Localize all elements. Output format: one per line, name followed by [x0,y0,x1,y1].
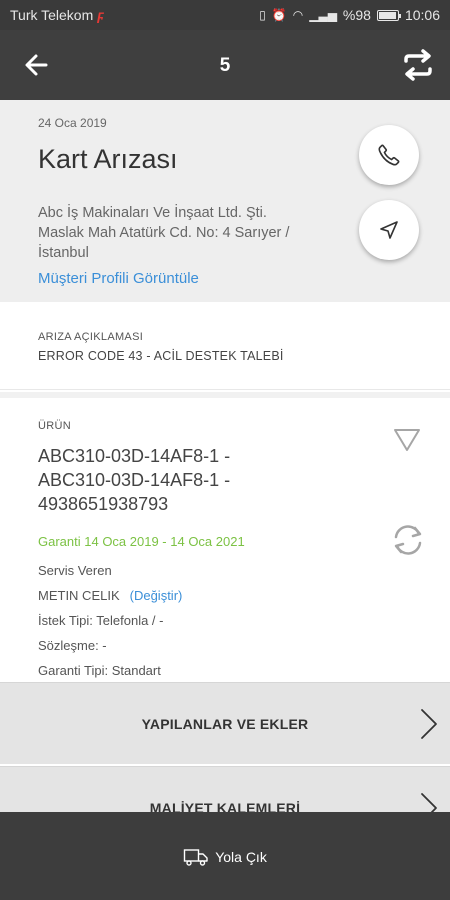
status-icons: ▯ ⏰ ◠ ▁▃▅ %98 10:06 [259,7,440,23]
alarm-icon: ⏰ [271,8,287,22]
clock: 10:06 [404,7,440,23]
company-line-3: İstanbul [38,245,89,261]
page-title: 5 [219,55,231,76]
works-and-attachments-label: YAPILANLAR VE EKLER [141,716,309,732]
company-line-1: Abc İş Makinaları Ve İnşaat Ltd. Şti. [38,205,267,221]
product-label: ÜRÜN [38,420,71,432]
product-code: ABC310-03D-14AF8-1 - ABC310-03D-14AF8-1 … [38,444,338,516]
vibrate-icon: ▯ [259,8,266,22]
app-bar: 5 [0,30,450,100]
job-title: Kart Arızası [38,144,178,174]
customer-profile-link[interactable]: Müşteri Profili Görüntüle [38,270,199,287]
wifi-icon: ◠ [292,8,304,22]
start-trip-button[interactable]: Yola Çık [0,847,450,867]
technician-row: METIN CELIK (Değiştir) [38,588,182,603]
technician-name: METIN CELIK [38,588,120,603]
carrier-logo-icon: ϝ [97,7,104,23]
battery-icon [376,9,401,21]
refresh-icon[interactable] [388,520,428,560]
contract: Sözleşme: - [38,638,107,653]
swap-icon[interactable] [400,47,436,83]
navigate-button[interactable] [359,200,419,260]
fault-label: ARIZA AÇIKLAMASI [38,331,144,343]
warranty-dates: Garanti 14 Oca 2019 - 14 Oca 2021 [38,534,245,549]
product-code-line-1: ABC310-03D-14AF8-1 - [38,446,231,466]
fault-description-section: ARIZA AÇIKLAMASI ERROR CODE 43 - ACİL DE… [0,302,450,390]
battery-percent: %98 [342,7,371,23]
request-type: İstek Tipi: Telefonla / - [38,613,164,628]
signal-icon: ▁▃▅ [309,8,337,22]
fault-value: ERROR CODE 43 - ACİL DESTEK TALEBİ [38,349,284,363]
product-code-line-3: 4938651938793 [38,494,169,514]
call-button[interactable] [359,125,419,185]
bottom-bar: Yola Çık [0,812,450,900]
truck-icon [183,849,208,866]
start-trip-label: Yola Çık [215,849,267,865]
product-section: ÜRÜN ABC310-03D-14AF8-1 - ABC310-03D-14A… [0,392,450,682]
company-line-2: Maslak Mah Atatürk Cd. No: 4 Sarıyer / [38,225,290,241]
service-label: Servis Veren [38,563,112,578]
warranty-type: Garanti Tipi: Standart [38,663,161,678]
product-code-line-2: ABC310-03D-14AF8-1 - [38,470,231,490]
phone-icon [378,144,400,166]
company-address: Abc İş Makinaları Ve İnşaat Ltd. Şti. Ma… [38,203,348,263]
navigation-icon [380,221,398,239]
triangle-down-icon[interactable] [392,426,422,454]
change-technician-link[interactable]: (Değiştir) [130,588,183,603]
works-and-attachments-row[interactable]: YAPILANLAR VE EKLER [0,682,450,764]
status-bar: Turk Telekom ϝ ▯ ⏰ ◠ ▁▃▅ %98 10:06 [0,0,450,30]
carrier-name: Turk Telekom ϝ [10,7,104,23]
chevron-right-icon [421,709,437,739]
job-date: 24 Oca 2019 [38,116,107,130]
